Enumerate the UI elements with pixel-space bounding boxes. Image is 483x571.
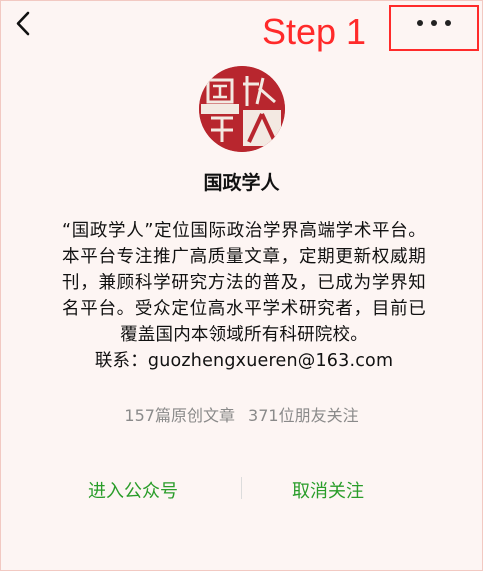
more-dots-icon	[413, 20, 455, 26]
account-stats: 157篇原创文章 371位朋友关注	[0, 402, 483, 426]
followers-count[interactable]: 371位朋友关注	[248, 406, 359, 425]
more-options-button[interactable]	[389, 5, 479, 51]
step-annotation-label: Step 1	[262, 11, 367, 52]
unfollow-button[interactable]: 取消关注	[292, 477, 364, 503]
account-name: 国政学人	[203, 172, 280, 194]
back-button[interactable]	[8, 8, 40, 40]
action-divider	[241, 477, 242, 499]
chevron-left-icon	[16, 11, 30, 36]
contact-email: 联系：guozhengxueren@163.com	[94, 351, 394, 371]
account-description: “国政学人”定位国际政治学界高端学术平台。本平台专注推广高质量文章，定期更新权威…	[62, 218, 426, 374]
description-text: “国政学人”定位国际政治学界高端学术平台。本平台专注推广高质量文章，定期更新权威…	[62, 221, 426, 345]
account-logo	[199, 66, 285, 152]
original-articles-count[interactable]: 157篇原创文章	[124, 406, 235, 425]
enter-account-button[interactable]: 进入公众号	[88, 477, 178, 503]
